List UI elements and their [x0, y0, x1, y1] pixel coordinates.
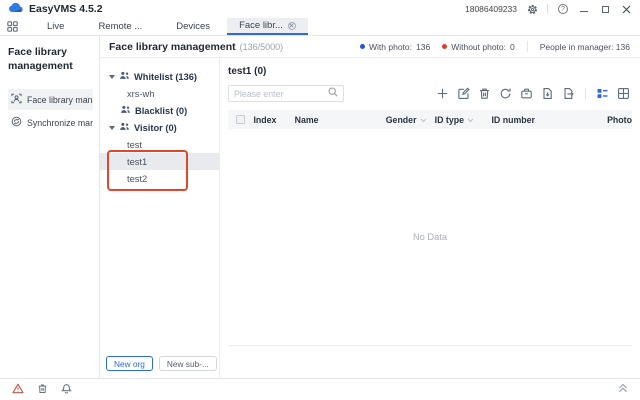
collapse-up-icon[interactable] [618, 383, 628, 396]
alarm-triangle-icon[interactable] [12, 383, 24, 397]
library-table-panel: test1 (0) [220, 58, 640, 378]
tree-node-label: Visitor (0) [134, 123, 177, 133]
sync-icon [11, 116, 22, 129]
left-nav: Face library management Face library man… [0, 36, 100, 378]
tree-node-test1[interactable]: test1 [100, 153, 219, 170]
search-box [228, 85, 344, 102]
without-photo-stat: Without photo: 0 [442, 42, 515, 52]
content-area: Whitelist (136) xrs-wh Blacklist (0) [100, 58, 640, 378]
maximize-button[interactable] [599, 3, 611, 15]
nav-item-face-library-management[interactable]: Face library mana... [8, 89, 93, 110]
table-header-row: Index Name Gender ID type ID number Phot… [228, 110, 632, 129]
tree-node-label: xrs-wh [127, 89, 154, 99]
tree-node-label: test2 [127, 174, 147, 184]
search-input[interactable] [234, 89, 328, 99]
tree-node-label: Blacklist (0) [135, 106, 187, 116]
search-icon[interactable] [328, 87, 338, 100]
new-sub-org-button[interactable]: New sub-... [159, 356, 217, 371]
edit-icon[interactable] [455, 85, 472, 102]
nav-item-label: Face library mana... [27, 95, 93, 105]
column-header-id-number: ID number [491, 115, 607, 125]
select-all-checkbox[interactable] [236, 115, 245, 124]
app-body: Face library management Face library man… [0, 36, 640, 378]
table-body: No Data [228, 129, 632, 345]
tree-node-test2[interactable]: test2 [100, 170, 219, 187]
column-header-id-type: ID type [435, 115, 492, 125]
export-file-icon[interactable] [560, 85, 577, 102]
bell-icon[interactable] [61, 382, 72, 397]
tab-devices[interactable]: Devices [159, 18, 227, 35]
new-org-button[interactable]: New org [106, 356, 153, 371]
people-table: Index Name Gender ID type ID number Phot… [228, 110, 632, 346]
app-title: EasyVMS 4.5.2 [29, 3, 103, 15]
filter-caret-icon[interactable] [467, 115, 474, 125]
apps-grid-icon[interactable] [7, 18, 18, 35]
people-in-manager-stat: People in manager: 136 [540, 42, 630, 52]
statusbar [0, 378, 640, 400]
batch-box-icon[interactable] [518, 85, 535, 102]
no-data-text: No Data [413, 232, 447, 242]
add-icon[interactable] [434, 85, 451, 102]
tree-node-label: test [127, 140, 142, 150]
titlebar-divider [547, 4, 548, 14]
tree-node-xrs-wh[interactable]: xrs-wh [100, 85, 219, 102]
delete-icon[interactable] [476, 85, 493, 102]
app-logo-cloud-icon [8, 2, 24, 16]
with-photo-stat: With photo: 136 [360, 42, 430, 52]
chevron-down-icon[interactable] [109, 75, 115, 79]
tab-remote[interactable]: Remote ... [81, 18, 159, 35]
blue-dot-icon [360, 44, 365, 49]
refresh-icon[interactable] [497, 85, 514, 102]
column-header-gender: Gender [386, 115, 435, 125]
nav-item-label: Synchronize man... [27, 118, 93, 128]
easyvms-window: { "colors": { "accent_blue": "#2e6bd8", … [0, 0, 640, 400]
group-people-icon [119, 122, 130, 133]
minimize-button[interactable] [578, 3, 590, 15]
page-header: Face library management (136/5000) With … [100, 36, 640, 58]
filter-caret-icon[interactable] [420, 115, 427, 125]
tabbar: Live Remote ... Devices Face libr... [0, 18, 640, 36]
column-header-index: Index [253, 115, 294, 125]
header-divider [527, 41, 528, 52]
help-icon[interactable]: ? [557, 3, 569, 15]
face-scan-icon [11, 93, 22, 106]
nav-title: Face library management [8, 45, 93, 73]
close-button[interactable] [620, 3, 632, 15]
import-file-icon[interactable] [539, 85, 556, 102]
group-people-icon [119, 71, 130, 82]
page-title: Face library management [109, 41, 236, 53]
titlebar: EasyVMS 4.5.2 18086409233 ? [0, 0, 640, 18]
group-people-icon [120, 105, 131, 116]
column-header-name: Name [295, 115, 386, 125]
selected-library-title: test1 (0) [228, 66, 632, 77]
tree-node-test[interactable]: test [100, 136, 219, 153]
tree-node-blacklist[interactable]: Blacklist (0) [100, 102, 219, 119]
gear-icon[interactable] [526, 3, 538, 15]
bin-icon[interactable] [37, 383, 48, 397]
tree-node-whitelist[interactable]: Whitelist (136) [100, 68, 219, 85]
tab-face-library[interactable]: Face libr... [227, 18, 308, 35]
capacity-count: (136/5000) [240, 42, 284, 52]
table-toolbar [228, 85, 632, 102]
main-area: Face library management (136/5000) With … [100, 36, 640, 378]
tree-node-label: test1 [127, 157, 147, 167]
org-tree-panel: Whitelist (136) xrs-wh Blacklist (0) [100, 58, 220, 378]
card-view-icon[interactable] [594, 85, 611, 102]
tree-node-label: Whitelist (136) [134, 72, 197, 82]
red-dot-icon [442, 44, 447, 49]
table-view-icon[interactable] [615, 85, 632, 102]
toolbar-divider [585, 88, 586, 100]
tree-node-visitor[interactable]: Visitor (0) [100, 119, 219, 136]
tab-live[interactable]: Live [30, 18, 81, 35]
column-header-photo: Photo [607, 115, 632, 125]
tree-footer: New org New sub-... [100, 356, 219, 378]
chevron-down-icon[interactable] [109, 126, 115, 130]
nav-item-synchronize-management[interactable]: Synchronize man... [8, 112, 93, 133]
tab-close-icon[interactable] [288, 22, 296, 30]
account-number: 18086409233 [465, 4, 517, 14]
